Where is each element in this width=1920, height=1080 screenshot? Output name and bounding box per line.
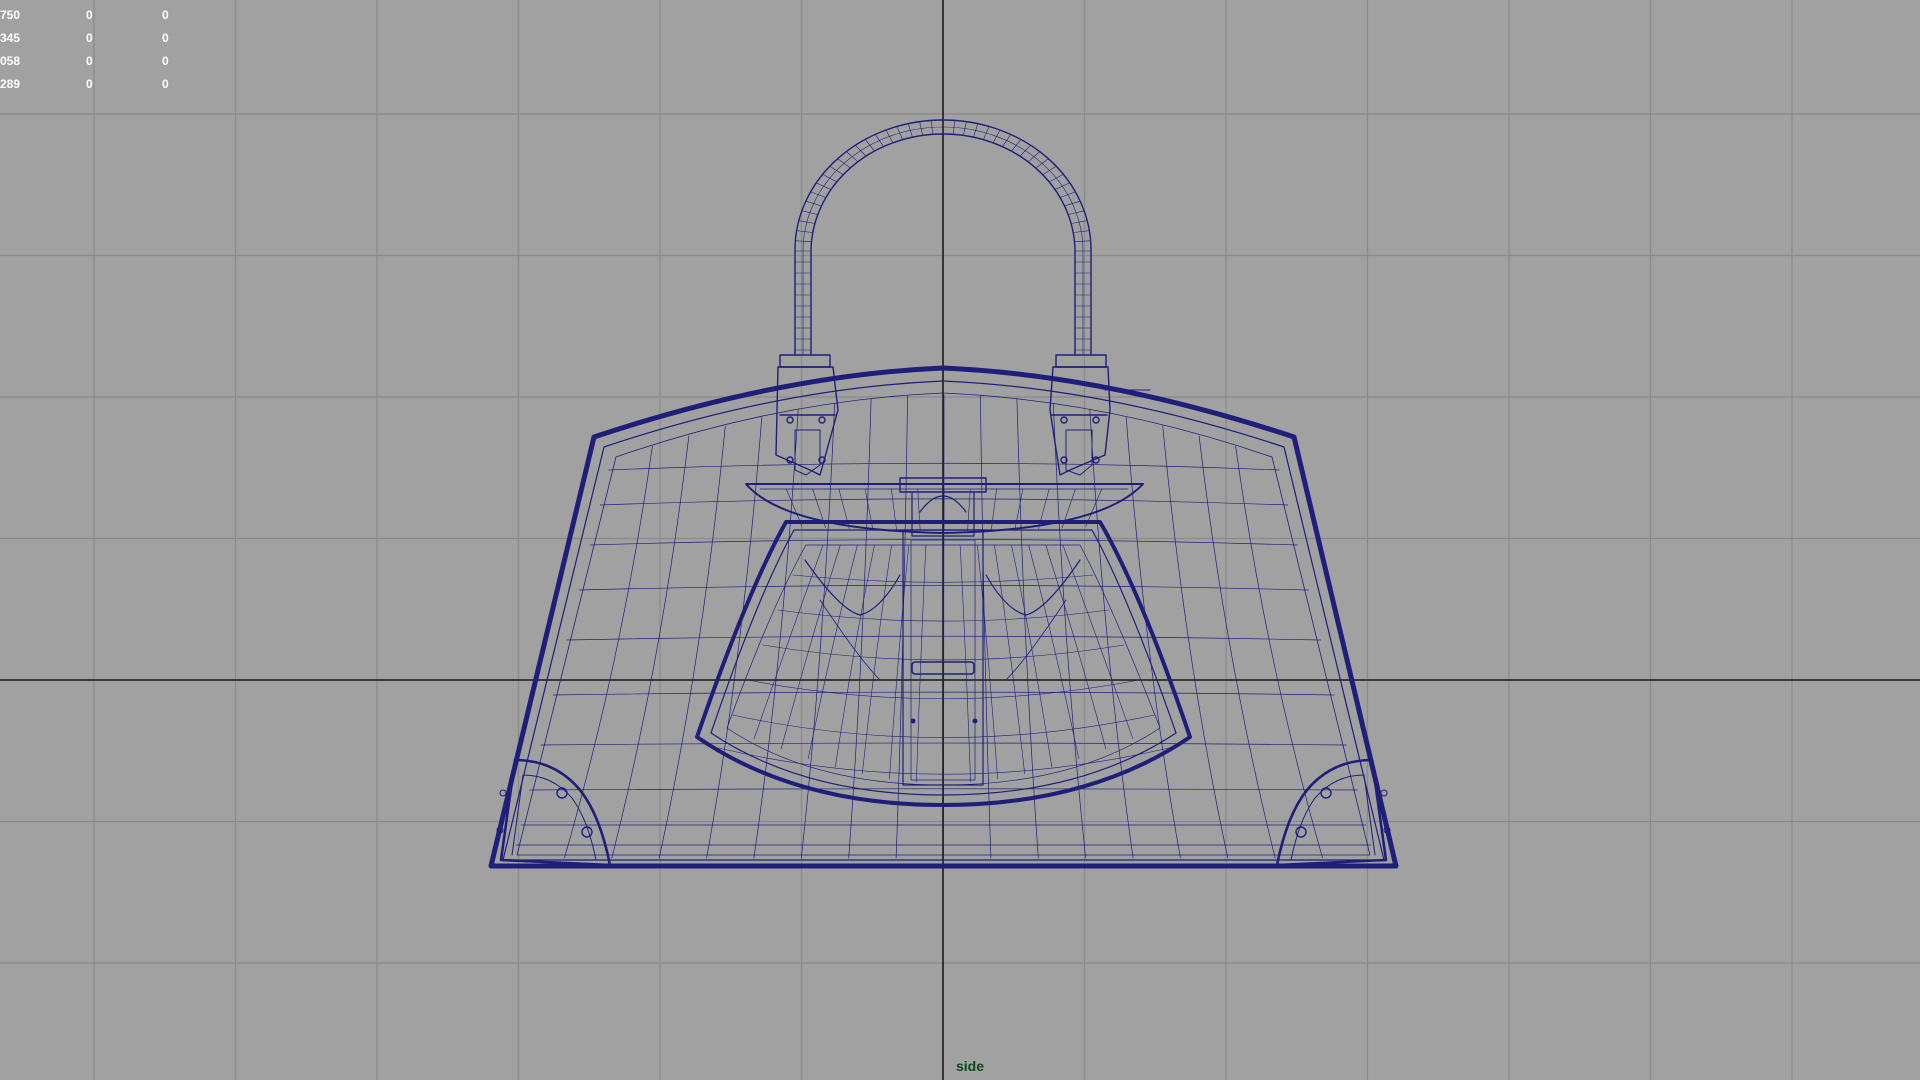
handle-edge: [865, 139, 875, 151]
handle-edge: [1068, 210, 1085, 215]
handle-edge: [1043, 166, 1056, 175]
hud-value: 345: [0, 31, 21, 45]
hud-value: 0: [86, 54, 93, 68]
hud-value: 0: [162, 77, 169, 91]
handle-edge: [1020, 145, 1031, 156]
handle-edge: [805, 201, 822, 207]
hud-value: 0: [86, 8, 93, 22]
handle-edge: [837, 158, 851, 168]
flap-edge: [990, 488, 997, 531]
handle-edge: [886, 130, 893, 143]
hud-row: 750 0 0: [0, 4, 200, 27]
handle-edge: [896, 127, 903, 140]
body-edge-loop: [1089, 409, 1134, 859]
hud-value: 0: [162, 31, 169, 45]
modeling-viewport[interactable]: 750 0 0 345 0 0 058 0 0 289 0 0 side: [0, 0, 1920, 1080]
hud-value: 0: [162, 54, 169, 68]
hud-row: 345 0 0: [0, 27, 200, 50]
body-edge-loop: [1198, 435, 1276, 859]
hud-value: 289: [0, 77, 21, 91]
body-edge-loop: [658, 425, 726, 859]
hud-row: 058 0 0: [0, 50, 200, 73]
handle-edge: [1036, 158, 1048, 168]
pocket-edge-loop: [889, 544, 910, 780]
handle-edge: [1064, 201, 1080, 207]
handle-edge: [1002, 134, 1011, 147]
handle-attachment-right: [1049, 354, 1151, 476]
handle-edge: [1049, 174, 1063, 182]
flap-edge: [917, 488, 921, 532]
handle-attachment-left: [775, 354, 839, 476]
front-flap[interactable]: [745, 477, 1144, 537]
hud-value: 0: [86, 77, 93, 91]
corner-protector-left: [496, 758, 612, 867]
viewport-canvas[interactable]: [0, 0, 1920, 1080]
hud-value: 750: [0, 8, 21, 22]
handle-edge: [855, 145, 866, 156]
hud-value: 0: [86, 31, 93, 45]
body-edge-loop: [753, 409, 799, 859]
flap-edge: [891, 488, 897, 531]
body-edge-loop: [1162, 425, 1229, 859]
hud-value: 0: [162, 8, 169, 22]
pocket-edge-loop: [1062, 544, 1134, 739]
camera-name-label: side: [956, 1058, 985, 1074]
pocket-edge-loop: [1045, 544, 1107, 750]
handle-edge: [810, 191, 826, 198]
hud-readout: 750 0 0 345 0 0 058 0 0 289 0 0: [0, 4, 200, 96]
pocket-edge-loop: [959, 544, 971, 783]
hud-value: 058: [0, 54, 21, 68]
body-edge-loop: [611, 435, 690, 859]
pocket-edge-loop: [916, 544, 927, 783]
handle-edge: [801, 210, 818, 215]
pocket-edge-loop: [753, 544, 824, 739]
handle-edge: [816, 182, 831, 190]
handle-edge: [1011, 139, 1021, 151]
handle-edge: [983, 127, 990, 140]
flap-edge: [967, 488, 971, 532]
handle-edge: [993, 130, 1000, 143]
pocket-edge-loop: [862, 544, 892, 774]
handle-edge: [1060, 191, 1076, 198]
handle-edge: [830, 166, 843, 175]
hud-row: 289 0 0: [0, 73, 200, 96]
handle-edge: [875, 134, 884, 147]
handle-edge: [1055, 182, 1070, 190]
pocket-edge-loop: [994, 544, 1025, 774]
handle-edge: [822, 174, 837, 182]
